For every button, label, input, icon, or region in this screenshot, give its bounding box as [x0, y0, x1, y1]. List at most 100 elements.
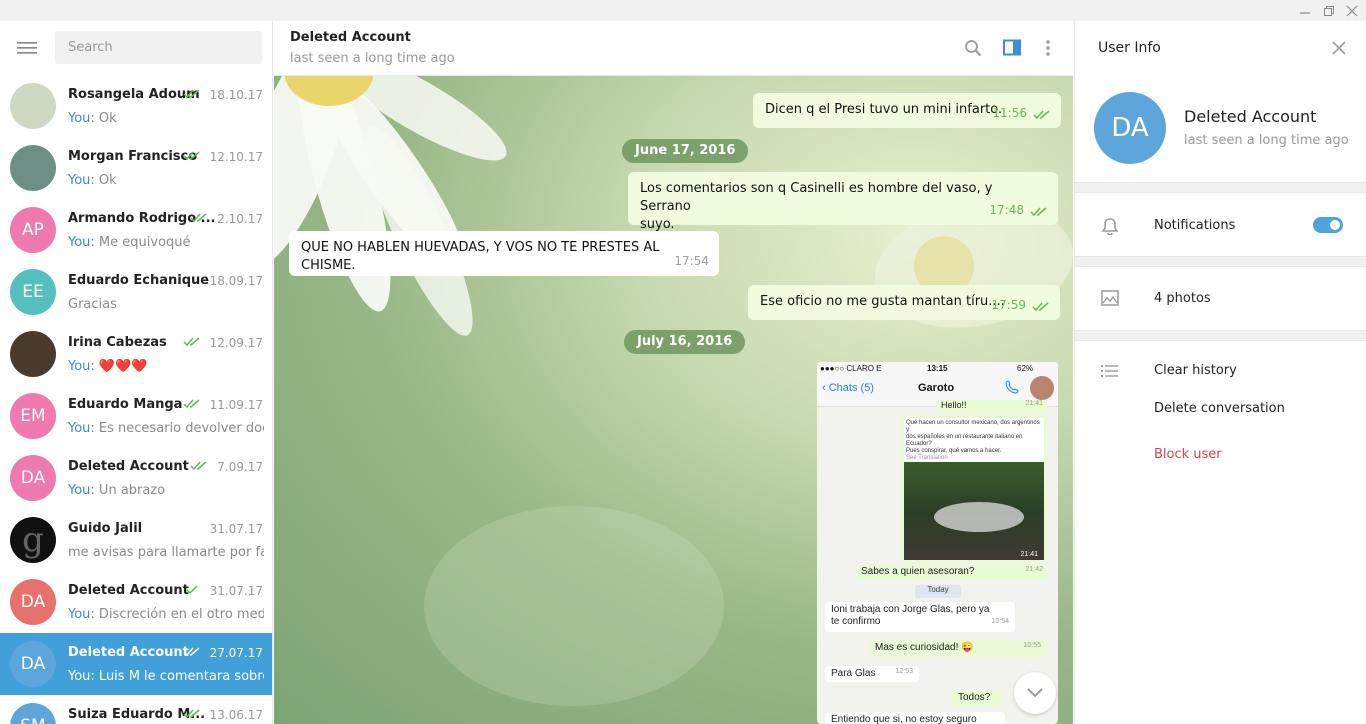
conversation-title[interactable]: Deleted Account: [290, 30, 411, 45]
avatar: AP: [10, 207, 56, 253]
avatar: g: [10, 517, 56, 563]
close-window-icon[interactable]: [1338, 0, 1366, 21]
preview-text: Discreción en el otro medio.: [94, 607, 264, 622]
chat-name: Irina Cabezas: [68, 335, 167, 350]
date-chip: July 16, 2016: [624, 330, 746, 354]
chat-list-item[interactable]: DA Deleted Account 7.09.17 You: Un abrazo: [0, 447, 272, 509]
section-divider: [1075, 330, 1366, 341]
ioni-bubble: Ioni trabaja con Jorge Glas, pero ya te c…: [825, 602, 1015, 632]
chat-list-item[interactable]: g Guido Jalil 31.07.17 me avisas para llama…: [0, 509, 272, 571]
scroll-down-button[interactable]: [1014, 672, 1056, 714]
message-out[interactable]: Ese oficio no me gusta mantan tíru.... 1…: [748, 285, 1060, 320]
chat-date: 2.10.17: [217, 212, 263, 226]
todos-bubble: Todos?: [952, 690, 1002, 706]
you-prefix: You:: [68, 359, 95, 374]
chat-date: 31.07.17: [209, 522, 263, 536]
profile-name: Deleted Account: [1184, 107, 1317, 126]
avatar: DA: [10, 641, 56, 687]
chat-preview: me avisas para llamarte por fa: [68, 545, 264, 560]
chat-preview: You: Un abrazo: [68, 483, 264, 498]
bell-icon: [1101, 218, 1119, 235]
avatar[interactable]: DA: [1094, 92, 1166, 164]
chat-name: Deleted Account: [68, 645, 189, 660]
double-check-icon: [183, 151, 200, 161]
avatar: [10, 83, 56, 129]
message-out[interactable]: Dicen q el Presi tuvo un mini infarto. 1…: [753, 93, 1061, 128]
search-input[interactable]: Search: [55, 31, 262, 64]
phone-icon: [1005, 380, 1019, 394]
chat-date: 27.07.17: [209, 646, 263, 660]
chat-list-item[interactable]: AP Armando Rodrigo ... 2.10.17 You: Me equi…: [0, 199, 272, 261]
preview-text: Un abrazo: [94, 483, 166, 498]
photos-link[interactable]: 4 photos: [1154, 291, 1211, 306]
chat-name: Guido Jalil: [68, 521, 143, 536]
phone-contact-name: Garoto: [918, 382, 955, 394]
hamburger-menu-icon[interactable]: [17, 40, 37, 56]
double-check-icon: [183, 647, 200, 657]
chat-preview: You: Luis M le comentara sobre...: [68, 669, 264, 684]
message-in[interactable]: QUE NO HABLEN HUEVADAS, Y VOS NO TE PRES…: [289, 231, 719, 276]
message-text: Ese oficio no me gusta mantan tíru....: [760, 294, 1005, 309]
chat-list-item[interactable]: Irina Cabezas 12.09.17 You: ❤️❤️❤️: [0, 323, 272, 385]
preview-text: me avisas para llamarte por fa: [68, 545, 264, 560]
preview-text: Es necesario devolver doc...: [94, 421, 264, 436]
phone-clock: 13:15: [927, 364, 948, 373]
you-prefix: You:: [68, 173, 95, 188]
chat-list-item[interactable]: SMSuiza Eduardo M...13.06.17: [0, 695, 272, 724]
preview-text: Me equivoqué: [94, 235, 191, 250]
you-prefix: You:: [68, 235, 95, 250]
profile-status: last seen a long time ago: [1184, 133, 1349, 148]
chat-name: Eduardo Manga: [68, 397, 183, 412]
you-prefix: You:: [68, 483, 95, 498]
sidebar-toggle-icon[interactable]: [1003, 39, 1021, 57]
chat-list-item[interactable]: Rosangela Adoum 18.10.17 You: Ok: [0, 75, 272, 137]
more-options-icon[interactable]: [1045, 39, 1051, 57]
paraglas-bubble: Para Glas 12:53: [825, 666, 919, 682]
today-chip: Today: [915, 585, 961, 598]
chat-date: 18.09.17: [209, 274, 263, 288]
close-icon[interactable]: [1332, 41, 1346, 55]
clear-history-button[interactable]: Clear history: [1154, 363, 1237, 378]
chat-date: 12.10.17: [209, 150, 263, 164]
chat-preview: You: Ok: [68, 111, 264, 126]
curiosidad-bubble: Mas es curiosidad! 😜 10:55: [869, 640, 1047, 657]
double-check-icon: [183, 89, 200, 99]
you-prefix: You:: [68, 607, 95, 622]
chevron-down-icon: [1027, 688, 1043, 698]
avatar: DA: [10, 579, 56, 625]
photo-icon: [1101, 290, 1119, 306]
chat-list-item[interactable]: Morgan Francisco 12.10.17 You: Ok: [0, 137, 272, 199]
entiendo-bubble: Entiendo que si, no estoy seguro: [825, 712, 1005, 724]
back-button: ‹ Chats (5): [822, 382, 874, 394]
block-user-button[interactable]: Block user: [1154, 447, 1222, 462]
hello-bubble: Hello!! 21:41: [937, 400, 1047, 413]
chat-name: Deleted Account: [68, 459, 189, 474]
chat-list-item[interactable]: DA Deleted Account 27.07.17 You: Luis M le …: [0, 633, 272, 695]
avatar: [10, 331, 56, 377]
chat-preview: You: Es necesario devolver doc...: [68, 421, 264, 436]
message-text: Dicen q el Presi tuvo un mini infarto.: [765, 102, 1003, 117]
search-icon[interactable]: [964, 39, 982, 57]
notifications-toggle[interactable]: [1313, 217, 1343, 233]
list-icon: [1101, 365, 1118, 377]
chat-date: 31.07.17: [209, 584, 263, 598]
preview-text: Ok: [94, 173, 117, 188]
notifications-label: Notifications: [1154, 218, 1236, 233]
preview-text: Gracias: [68, 297, 117, 312]
message-time: 11:56: [992, 106, 1027, 120]
message-out[interactable]: Los comentarios son q Casinelli es hombr…: [628, 172, 1058, 232]
section-divider: [1075, 256, 1366, 267]
chat-name: Rosangela Adoum: [68, 87, 200, 102]
avatar: EE: [10, 269, 56, 315]
chat-list-item[interactable]: EM Eduardo Manga 11.09.17 You: Es necesario…: [0, 385, 272, 447]
chat-list-item[interactable]: DA Deleted Account 31.07.17 You: Discreción…: [0, 571, 272, 633]
conversation-status: last seen a long time ago: [290, 51, 455, 66]
phone-carrier: ●●●○○ CLARO E: [820, 364, 882, 373]
chat-list-item[interactable]: EE Eduardo Echanique 18.09.17 Gracias: [0, 261, 272, 323]
date-chip: June 17, 2016: [622, 139, 749, 163]
double-check-icon: [190, 461, 207, 471]
delete-conversation-button[interactable]: Delete conversation: [1154, 401, 1285, 416]
chat-name: Morgan Francisco: [68, 149, 198, 164]
user-info-panel: User Info DA Deleted Account last seen a…: [1074, 21, 1366, 724]
screenshot-image-message[interactable]: ●●●○○ CLARO E 13:15 62% ‹ Chats (5) Garo…: [817, 362, 1058, 724]
